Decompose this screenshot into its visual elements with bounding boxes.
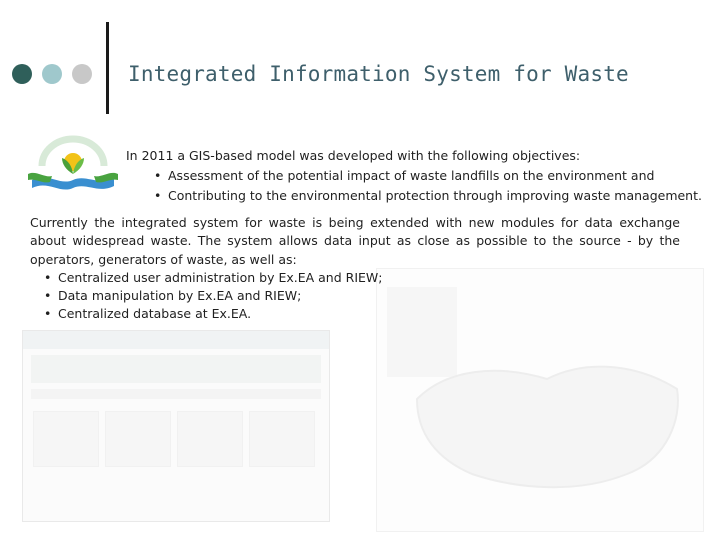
body-paragraph: Currently the integrated system for wast…: [30, 215, 680, 267]
body-section: Currently the integrated system for wast…: [30, 214, 680, 324]
slide-title: Integrated Information System for Waste: [128, 62, 629, 86]
screenshot-header: [31, 355, 321, 383]
slide-decoration-dots: [12, 64, 92, 84]
dot-teal: [42, 64, 62, 84]
screenshot-tile: [177, 411, 243, 467]
intro-section: In 2011 a GIS-based model was developed …: [126, 146, 706, 206]
body-features-list: Centralized user administration by Ex.EA…: [30, 269, 680, 324]
screenshot-tile: [33, 411, 99, 467]
list-item: Assessment of the potential impact of wa…: [126, 166, 706, 186]
background-screenshot-portal: [22, 330, 330, 522]
dot-dark: [12, 64, 32, 84]
screenshot-tile: [249, 411, 315, 467]
list-item: Centralized database at Ex.EA.: [30, 305, 680, 324]
intro-lead: In 2011 a GIS-based model was developed …: [126, 148, 581, 163]
list-item: Contributing to the environmental protec…: [126, 186, 706, 206]
eco-logo-icon: [28, 135, 118, 190]
screenshot-nav: [31, 389, 321, 399]
dot-grey: [72, 64, 92, 84]
list-item: Centralized user administration by Ex.EA…: [30, 269, 680, 288]
intro-objectives-list: Assessment of the potential impact of wa…: [126, 166, 706, 206]
screenshot-tile: [105, 411, 171, 467]
screenshot-bar: [23, 331, 329, 349]
list-item: Data manipulation by Ex.EA and RIEW;: [30, 287, 680, 306]
title-divider: [106, 22, 109, 114]
